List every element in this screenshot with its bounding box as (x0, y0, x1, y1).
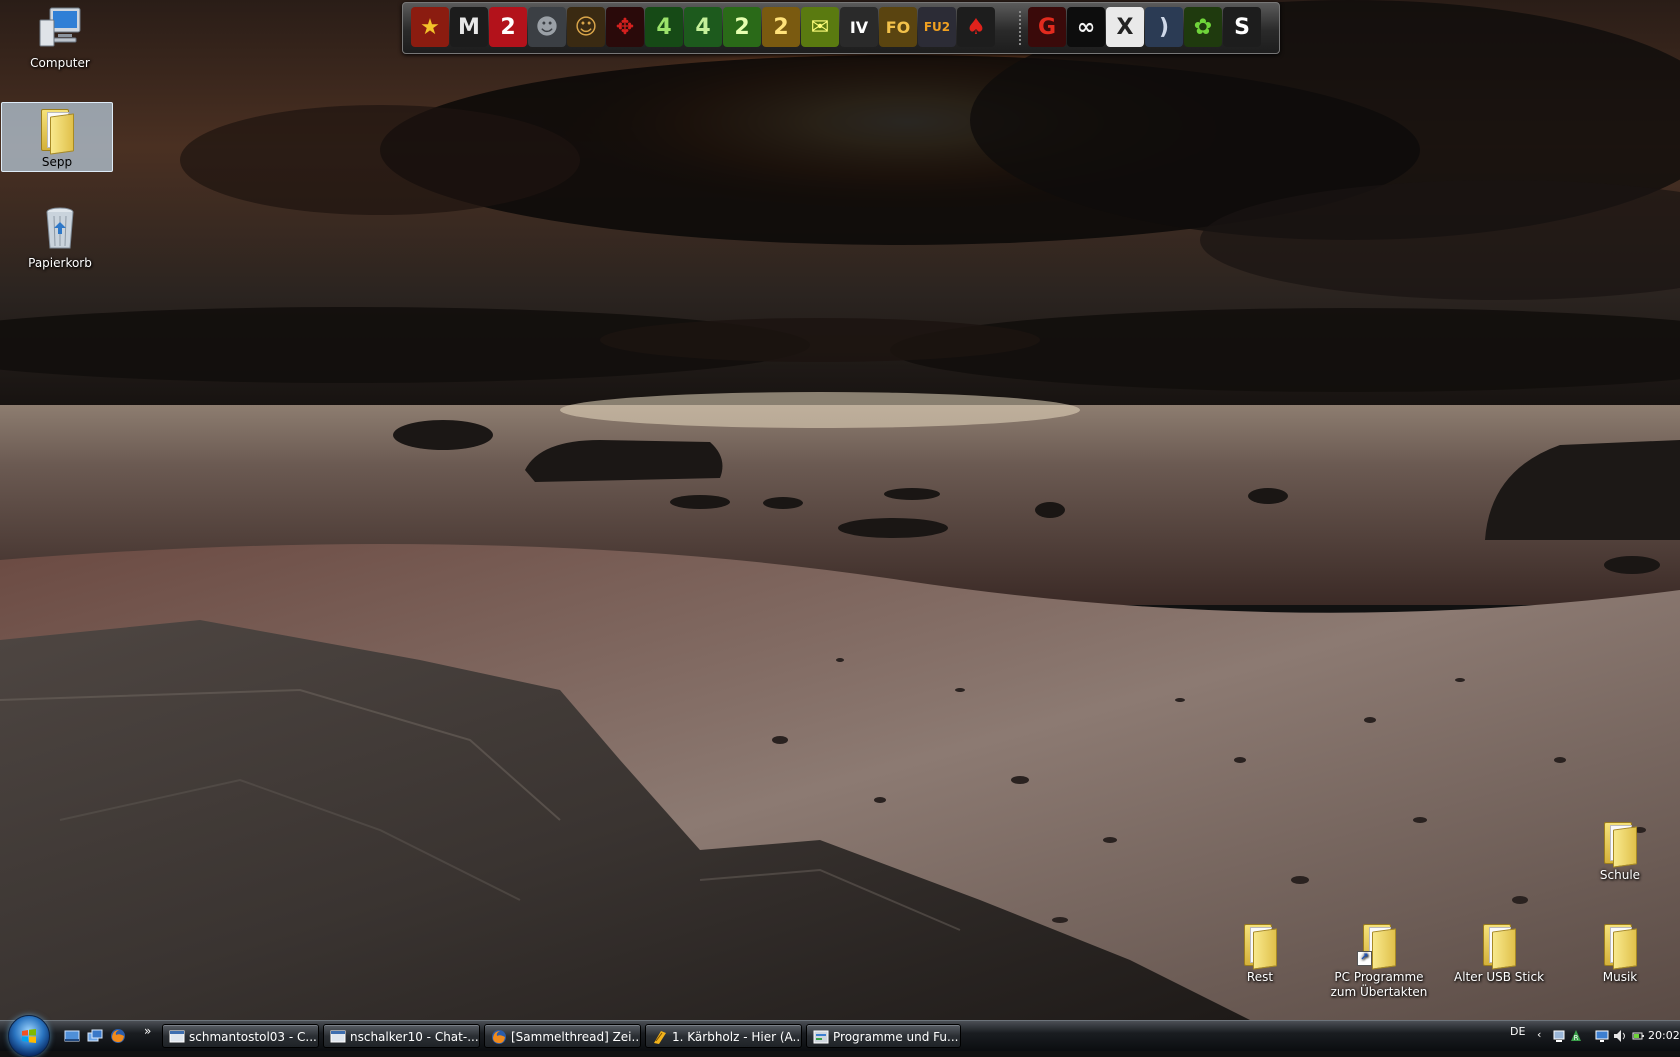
xfire-icon[interactable]: X (1106, 7, 1144, 47)
garena-icon[interactable]: G (1028, 7, 1066, 47)
tray-expand-chevron-icon[interactable]: ‹ (1537, 1028, 1541, 1041)
firefox-icon[interactable] (110, 1028, 126, 1044)
clock[interactable]: 20:02 (1648, 1029, 1680, 1042)
quick-launch-overflow[interactable]: » (144, 1024, 151, 1038)
desktop-icon-label: Musik (1602, 970, 1638, 984)
l4d2-green-icon[interactable]: 2 (723, 7, 761, 47)
desktop-icon-label: Alter USB Stick (1453, 970, 1545, 984)
language-indicator[interactable]: DE (1510, 1025, 1525, 1038)
windows-flag-icon (22, 1029, 36, 1043)
power-tray-icon[interactable] (1631, 1029, 1645, 1043)
chat-window-icon (169, 1029, 185, 1045)
switch-windows-icon[interactable] (87, 1028, 103, 1044)
system-tray: DE ‹ R 20:02 (1505, 1021, 1680, 1051)
skype-icon[interactable]: S (1223, 7, 1261, 47)
dock-separator (1019, 11, 1021, 45)
taskbar-button-label: Programme und Fu... (833, 1030, 959, 1044)
taskbar-button[interactable]: Programme und Fu... (806, 1024, 961, 1048)
desktop-icon-schule[interactable]: Schule (1565, 816, 1675, 883)
folder-icon (1596, 918, 1644, 970)
flatout-icon[interactable]: FO (879, 7, 917, 47)
security-tray-icon[interactable]: R (1569, 1029, 1583, 1043)
computer-icon (36, 4, 84, 52)
desktop-icon-label: Sepp (41, 155, 73, 169)
volume-tray-icon[interactable] (1613, 1029, 1627, 1043)
svg-text:R: R (1574, 1034, 1579, 1042)
show-desktop-icon[interactable] (64, 1028, 80, 1044)
app-dock: ★ M 2 ☻ ☺ ✥ 4 4 2 2 ✉ IV FO FU2 ♠ G ∞ X) ✿ S (402, 2, 1280, 54)
start-button[interactable] (8, 1015, 50, 1057)
taskbar-button[interactable]: 1. Kärbholz - Hier (A... (645, 1024, 802, 1048)
folder-icon (1236, 918, 1284, 970)
display-tray-icon[interactable] (1595, 1029, 1609, 1043)
l4d-2-icon[interactable]: 4 (684, 7, 722, 47)
folder-shortcut-icon: ↗ (1355, 918, 1403, 970)
taskbar-button-label: 1. Kärbholz - Hier (A... (672, 1030, 802, 1044)
soldier-game-icon[interactable]: ☻ (528, 7, 566, 47)
recycle-bin-icon (36, 204, 84, 252)
desktop-icon-label: PC Programme zum Übertakten (1330, 970, 1428, 999)
firefox-icon (491, 1029, 507, 1045)
taskbar: » schmantostol03 - C... nschalker10 - Cha… (0, 1015, 1680, 1057)
taskbar-button[interactable]: [Sammelthread] Zei... (484, 1024, 641, 1048)
pokerstars-icon[interactable]: ♠ (957, 7, 995, 47)
gta-iv-icon[interactable]: IV (840, 7, 878, 47)
steam-icon[interactable]: ∞ (1067, 7, 1105, 47)
desktop-icon-papierkorb[interactable]: Papierkorb (5, 204, 115, 271)
control-panel-icon (813, 1029, 829, 1045)
teamspeak-icon[interactable]: ) (1145, 7, 1183, 47)
l4d2-gold-icon[interactable]: 2 (762, 7, 800, 47)
shortcut-arrow-icon: ↗ (1357, 951, 1372, 966)
chat-window-icon (330, 1029, 346, 1045)
mafia2-m-icon[interactable]: M (450, 7, 488, 47)
face-game-icon[interactable]: ☺ (567, 7, 605, 47)
folder-icon (1596, 816, 1644, 868)
desktop-icon-rest[interactable]: Rest (1205, 918, 1315, 985)
desktop-icon-label: Papierkorb (28, 256, 92, 270)
folder-icon (1475, 918, 1523, 970)
taskbar-button-label: nschalker10 - Chat-... (350, 1030, 479, 1044)
desktop-icon-sepp[interactable]: Sepp (1, 102, 113, 172)
desktop-icon-label: Computer (30, 56, 90, 70)
red-emblem-icon[interactable]: ✥ (606, 7, 644, 47)
taskbar-button-label: schmantostol03 - C... (189, 1030, 317, 1044)
folder-icon (33, 103, 81, 155)
l4d-1-icon[interactable]: 4 (645, 7, 683, 47)
music-player-icon (652, 1029, 668, 1045)
chat-bubble-icon[interactable]: ✉ (801, 7, 839, 47)
fuel-icon[interactable]: FU2 (918, 7, 956, 47)
network-tray-icon[interactable] (1553, 1029, 1567, 1043)
desktop-icon-computer[interactable]: Computer (5, 4, 115, 71)
desktop-icon-pc-programme[interactable]: ↗ PC Programme zum Übertakten (1320, 918, 1438, 1000)
star-game-icon[interactable]: ★ (411, 7, 449, 47)
desktop-wallpaper (0, 0, 1680, 1020)
icq-icon[interactable]: ✿ (1184, 7, 1222, 47)
desktop-icon-label: Rest (1246, 970, 1274, 984)
mafia2-2-icon[interactable]: 2 (489, 7, 527, 47)
desktop-icon-label: Schule (1599, 868, 1641, 882)
taskbar-button[interactable]: schmantostol03 - C... (162, 1024, 319, 1048)
taskbar-button-label: [Sammelthread] Zei... (511, 1030, 641, 1044)
taskbar-button[interactable]: nschalker10 - Chat-... (323, 1024, 480, 1048)
desktop-icon-alter-usb-stick[interactable]: Alter USB Stick (1444, 918, 1554, 985)
desktop-icon-musik[interactable]: Musik (1565, 918, 1675, 985)
